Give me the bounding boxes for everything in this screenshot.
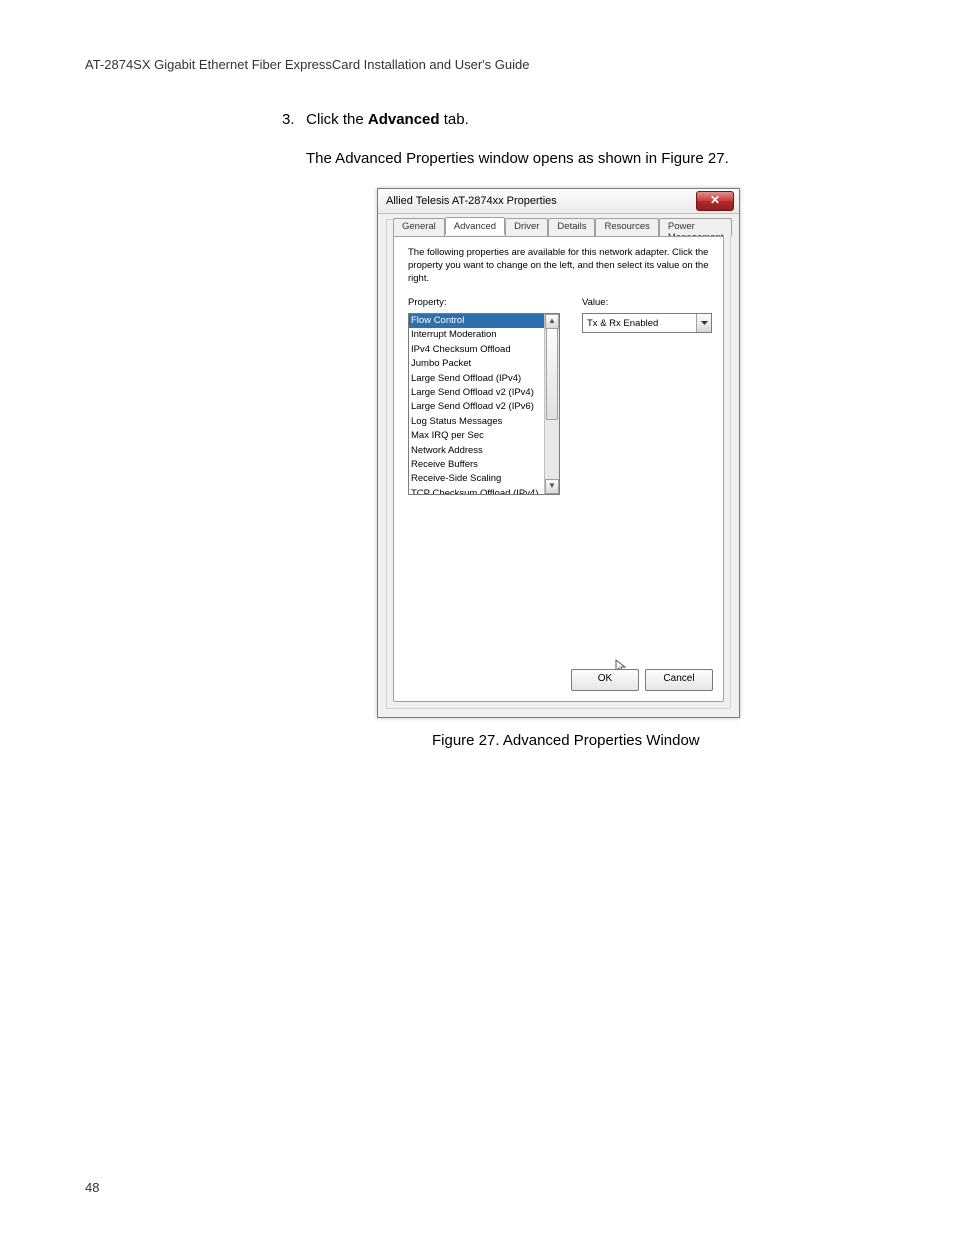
value-combobox-text: Tx & Rx Enabled <box>583 318 696 329</box>
properties-dialog: Allied Telesis AT-2874xx Properties ✕ Ge… <box>377 188 740 718</box>
list-item[interactable]: Interrupt Moderation <box>409 328 544 342</box>
list-item[interactable]: Large Send Offload (IPv4) <box>409 372 544 386</box>
list-item[interactable]: Receive Buffers <box>409 458 544 472</box>
dialog-body: General Advanced Driver Details Resource… <box>386 219 731 709</box>
step-description: The Advanced Properties window opens as … <box>306 150 729 167</box>
scroll-thumb[interactable] <box>546 328 558 420</box>
property-listbox[interactable]: Flow Control Interrupt Moderation IPv4 C… <box>408 313 560 495</box>
step-text-post: tab. <box>440 111 469 128</box>
list-item[interactable]: Jumbo Packet <box>409 357 544 371</box>
tab-strip: General Advanced Driver Details Resource… <box>393 218 732 236</box>
dialog-title-text: Allied Telesis AT-2874xx Properties <box>386 195 557 207</box>
tab-advanced[interactable]: Advanced <box>445 217 505 235</box>
dialog-title-bar[interactable]: Allied Telesis AT-2874xx Properties ✕ <box>378 189 739 214</box>
list-item[interactable]: TCP Checksum Offload (IPv4) <box>409 487 544 494</box>
list-item[interactable]: Large Send Offload v2 (IPv4) <box>409 386 544 400</box>
cancel-button[interactable]: Cancel <box>645 669 713 691</box>
step-text-bold: Advanced <box>368 111 440 128</box>
scroll-up-icon[interactable]: ▲ <box>545 314 559 329</box>
tab-general[interactable]: General <box>393 218 445 236</box>
ok-button[interactable]: OK <box>571 669 639 691</box>
step-text-pre: Click the <box>306 111 368 128</box>
instruction-text: The following properties are available f… <box>408 247 709 285</box>
step-3: 3. Click the Advanced tab. <box>282 111 469 128</box>
figure-caption: Figure 27. Advanced Properties Window <box>432 732 700 749</box>
dialog-button-row: OK Cancel <box>571 669 713 691</box>
value-combobox[interactable]: Tx & Rx Enabled <box>582 313 712 333</box>
list-item[interactable]: Flow Control <box>409 314 544 328</box>
tab-driver[interactable]: Driver <box>505 218 548 236</box>
listbox-scrollbar[interactable]: ▲ ▼ <box>544 314 559 494</box>
page-number: 48 <box>85 1180 99 1195</box>
close-button[interactable]: ✕ <box>696 191 734 211</box>
list-item[interactable]: Network Address <box>409 444 544 458</box>
list-item[interactable]: Large Send Offload v2 (IPv6) <box>409 400 544 414</box>
tab-details[interactable]: Details <box>548 218 595 236</box>
property-label: Property: <box>408 297 447 308</box>
advanced-tab-pane: The following properties are available f… <box>393 236 724 702</box>
list-item[interactable]: Receive-Side Scaling <box>409 472 544 486</box>
value-label: Value: <box>582 297 608 308</box>
list-item[interactable]: IPv4 Checksum Offload <box>409 343 544 357</box>
close-icon: ✕ <box>710 193 720 207</box>
chevron-down-icon <box>701 321 708 325</box>
list-item[interactable]: Log Status Messages <box>409 415 544 429</box>
list-item[interactable]: Max IRQ per Sec <box>409 429 544 443</box>
property-list-items: Flow Control Interrupt Moderation IPv4 C… <box>409 314 544 494</box>
tab-power-management[interactable]: Power Management <box>659 218 732 236</box>
step-number: 3. <box>282 111 302 128</box>
scroll-down-icon[interactable]: ▼ <box>545 479 559 494</box>
tab-resources[interactable]: Resources <box>595 218 658 236</box>
page-header: AT-2874SX Gigabit Ethernet Fiber Express… <box>85 57 529 72</box>
combobox-dropdown-button[interactable] <box>696 314 711 332</box>
